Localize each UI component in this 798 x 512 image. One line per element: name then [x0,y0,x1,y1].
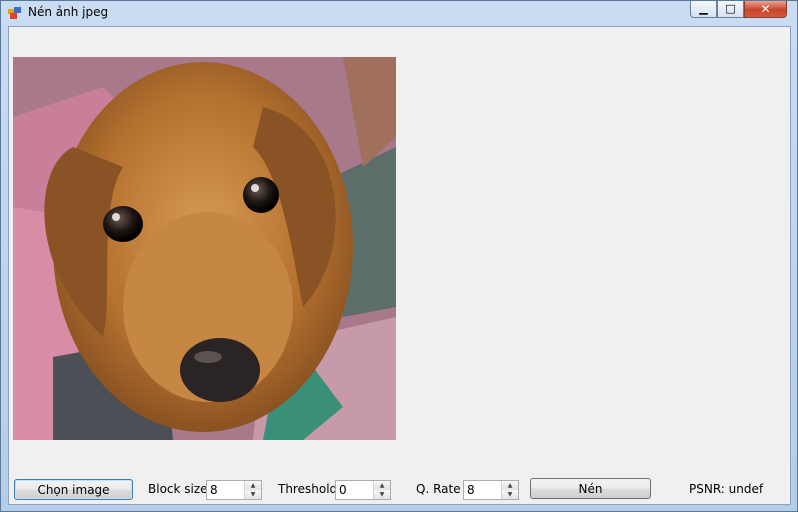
app-icon [8,7,21,19]
qrate-stepper[interactable]: 8 ▲ ▼ [463,480,519,500]
choose-image-button[interactable]: Chọn image [14,479,133,500]
block-size-value[interactable]: 8 [210,483,218,497]
qrate-arrows[interactable]: ▲ ▼ [501,481,518,499]
psnr-label: PSNR: undef [689,482,764,496]
minimize-button[interactable]: ▁ [690,1,717,18]
threshold-value[interactable]: 0 [339,483,347,497]
close-icon: ✕ [760,2,771,16]
spin-down-icon[interactable]: ▼ [245,490,261,499]
threshold-arrows[interactable]: ▲ ▼ [373,481,390,499]
block-size-arrows[interactable]: ▲ ▼ [244,481,261,499]
minimize-icon: ▁ [699,2,708,15]
block-size-stepper[interactable]: 8 ▲ ▼ [206,480,262,500]
block-size-label: Block size [148,482,208,496]
dog-photo [13,57,396,440]
threshold-label: Threshold [278,482,338,496]
window-title: Nén ảnh jpeg [28,5,109,19]
maximize-button[interactable]: □ [717,1,744,18]
title-bar[interactable]: Nén ảnh jpeg ▁ □ ✕ [1,1,797,25]
qrate-label: Q. Rate [416,482,461,496]
spin-down-icon[interactable]: ▼ [374,490,390,499]
maximize-icon: □ [725,2,736,15]
spin-down-icon[interactable]: ▼ [502,490,518,499]
qrate-value[interactable]: 8 [467,483,475,497]
threshold-stepper[interactable]: 0 ▲ ▼ [335,480,391,500]
compress-button[interactable]: Nén [530,478,651,499]
close-button[interactable]: ✕ [744,1,787,18]
